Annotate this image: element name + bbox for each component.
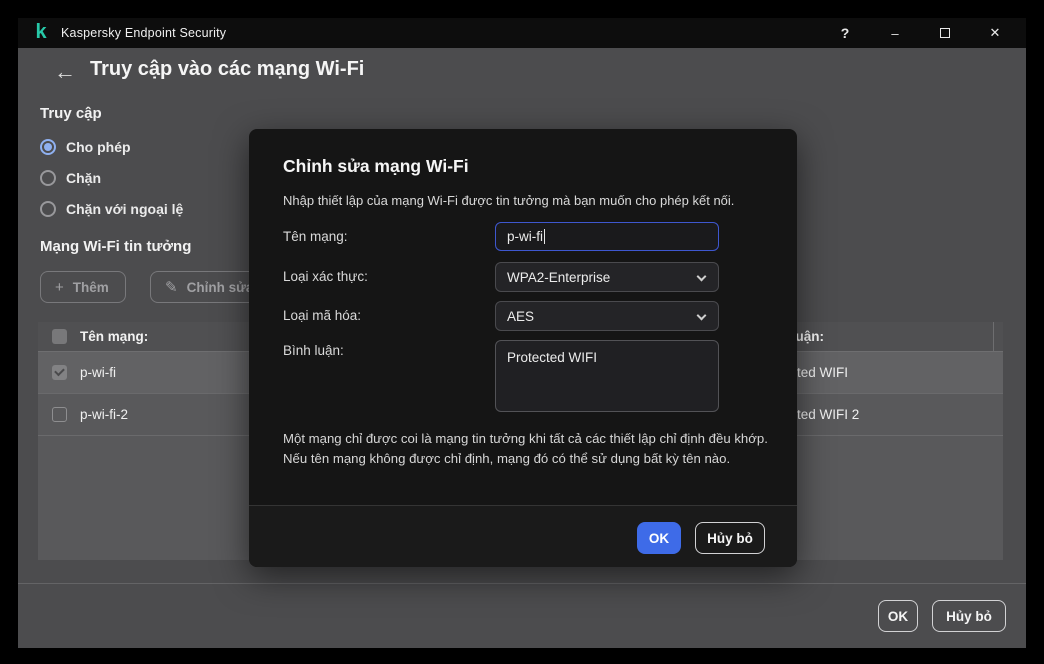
network-name-label: Tên mạng: xyxy=(283,229,348,244)
network-name-cell: p-wi-fi-2 xyxy=(80,407,129,422)
footer-divider xyxy=(18,583,1026,584)
radio-option-block-exceptions[interactable]: Chặn với ngoại lệ xyxy=(40,198,183,220)
comment-textarea[interactable]: Protected WIFI xyxy=(495,340,719,412)
app-title: Kaspersky Endpoint Security xyxy=(61,26,227,40)
network-name-input[interactable]: p-wi-fi xyxy=(495,222,719,251)
dialog-note: Một mạng chỉ được coi là mạng tin tưởng … xyxy=(283,431,768,466)
encryption-type-select[interactable]: AES xyxy=(495,301,719,331)
add-button-label: Thêm xyxy=(72,279,109,295)
dialog-subtitle: Nhập thiết lập của mạng Wi-Fi được tin t… xyxy=(283,193,735,208)
edit-button-label: Chỉnh sửa xyxy=(186,279,254,295)
page-title: Truy cập vào các mạng Wi-Fi xyxy=(90,58,365,80)
app-window: k Kaspersky Endpoint Security ? – ✕ ← Tr… xyxy=(18,18,1026,648)
titlebar: k Kaspersky Endpoint Security ? – ✕ xyxy=(18,18,1026,48)
column-header-name: Tên mạng: xyxy=(80,329,149,344)
chevron-down-icon xyxy=(696,310,707,321)
auth-type-value: WPA2-Enterprise xyxy=(507,269,611,285)
chevron-down-icon xyxy=(696,271,707,282)
comment-label: Bình luận: xyxy=(283,343,344,358)
network-name-cell: p-wi-fi xyxy=(80,365,116,380)
comment-value: Protected WIFI xyxy=(507,350,598,365)
auth-type-label: Loại xác thực: xyxy=(283,269,368,284)
dialog-ok-button[interactable]: OK xyxy=(637,522,681,554)
radio-option-allow[interactable]: Cho phép xyxy=(40,136,131,158)
radio-label: Chặn với ngoại lệ xyxy=(66,201,184,217)
back-arrow-icon[interactable]: ← xyxy=(54,60,76,84)
kaspersky-logo-icon: k xyxy=(35,21,47,43)
radio-label: Cho phép xyxy=(66,139,131,155)
dialog-cancel-button[interactable]: Hủy bỏ xyxy=(695,522,765,554)
select-all-checkbox[interactable] xyxy=(52,329,67,344)
auth-type-select[interactable]: WPA2-Enterprise xyxy=(495,262,719,292)
edit-wifi-dialog: Chỉnh sửa mạng Wi-Fi Nhập thiết lập của … xyxy=(249,129,797,567)
radio-icon[interactable] xyxy=(40,170,56,186)
close-icon[interactable]: ✕ xyxy=(970,18,1020,48)
help-icon[interactable]: ? xyxy=(820,18,870,48)
radio-label: Chặn xyxy=(66,170,101,186)
minimize-icon[interactable]: – xyxy=(870,18,920,48)
maximize-icon[interactable] xyxy=(920,18,970,48)
plus-icon: + xyxy=(55,278,64,296)
encryption-type-value: AES xyxy=(507,308,535,324)
dialog-footer: OK Hủy bỏ xyxy=(249,505,797,567)
access-heading: Truy cập xyxy=(40,105,102,122)
text-cursor xyxy=(544,229,545,244)
row-checkbox[interactable] xyxy=(52,406,67,422)
radio-icon[interactable] xyxy=(40,201,56,217)
dialog-title: Chỉnh sửa mạng Wi-Fi xyxy=(283,156,469,176)
row-checkbox-checked[interactable] xyxy=(52,364,67,380)
trusted-networks-heading: Mạng Wi-Fi tin tưởng xyxy=(40,238,192,255)
encryption-type-label: Loại mã hóa: xyxy=(283,308,362,323)
ok-button[interactable]: OK xyxy=(878,600,918,632)
add-button[interactable]: + Thêm xyxy=(40,271,126,303)
pencil-icon: ✎ xyxy=(165,279,178,296)
radio-selected-icon[interactable] xyxy=(40,139,56,155)
radio-option-block[interactable]: Chặn xyxy=(40,167,101,189)
column-divider xyxy=(993,322,994,352)
network-name-value: p-wi-fi xyxy=(507,229,543,244)
cancel-button[interactable]: Hủy bỏ xyxy=(932,600,1006,632)
window-controls: ? – ✕ xyxy=(820,18,1020,48)
